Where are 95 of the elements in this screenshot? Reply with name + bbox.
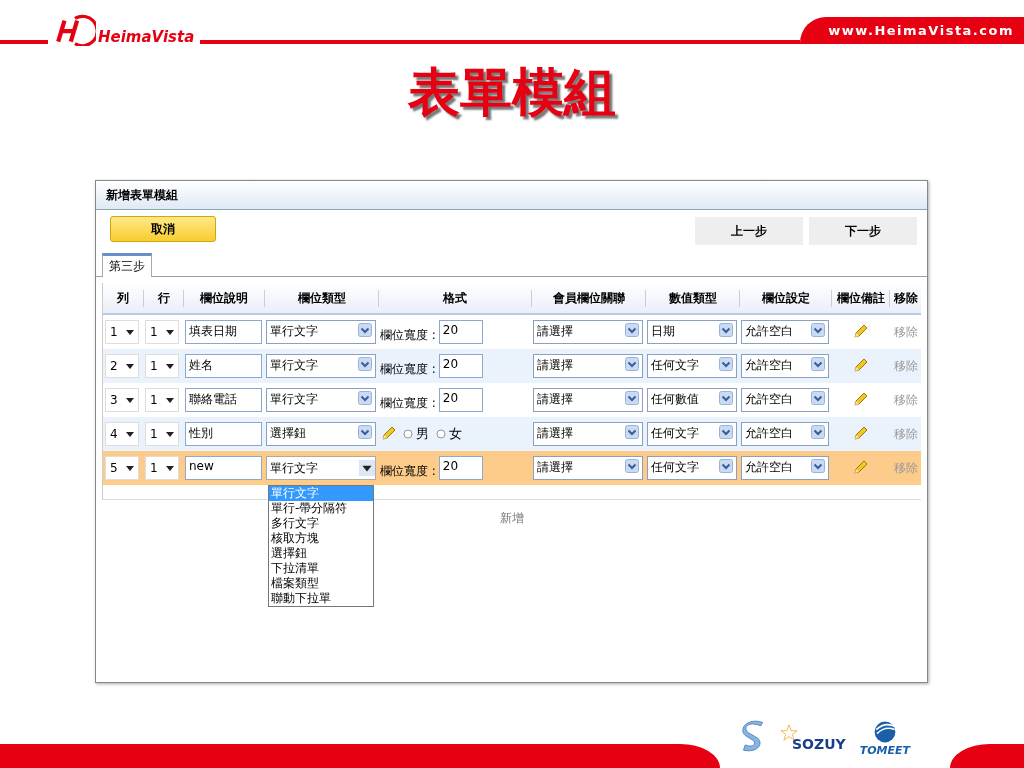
- column-header: 格式: [443, 290, 467, 305]
- member-select[interactable]: 請選擇: [533, 456, 643, 480]
- dropdown-option[interactable]: 多行文字: [269, 516, 373, 531]
- number-select[interactable]: 1: [145, 422, 179, 446]
- table-row[interactable]: 4 1 性別 選擇鈕 男 女 請選擇 任何文字 允許空白 移除: [103, 417, 921, 451]
- setting-select[interactable]: 允許空白: [741, 388, 829, 412]
- column-header: 列: [117, 290, 129, 305]
- caret-icon: [166, 363, 174, 369]
- dropdown-option[interactable]: 核取方塊: [269, 531, 373, 546]
- caret-icon: [166, 329, 174, 335]
- add-link[interactable]: 新增: [499, 510, 524, 527]
- width-field[interactable]: 20: [438, 320, 483, 344]
- member-select[interactable]: 請選擇: [533, 422, 643, 446]
- width-label: 欄位寬度 :: [380, 462, 436, 480]
- value-type-select[interactable]: 任何文字: [647, 422, 737, 446]
- caret-icon: [166, 465, 174, 471]
- description-field[interactable]: 聯絡電話: [185, 388, 262, 412]
- number-select[interactable]: 4: [105, 422, 139, 446]
- number-select[interactable]: 1: [145, 456, 179, 480]
- setting-select[interactable]: 允許空白: [741, 456, 829, 480]
- cancel-button[interactable]: 取消: [110, 216, 216, 242]
- caret-icon: [126, 363, 134, 369]
- dropdown-option[interactable]: 聯動下拉單: [269, 591, 373, 606]
- width-label: 欄位寬度 :: [380, 326, 436, 344]
- number-select[interactable]: 2: [105, 354, 139, 378]
- caret-icon: [126, 397, 134, 403]
- pencil-icon[interactable]: [852, 358, 868, 374]
- type-select[interactable]: 選擇鈕: [266, 422, 376, 446]
- slide-title: 表單模組: [407, 61, 617, 124]
- pencil-icon[interactable]: [852, 324, 868, 340]
- pencil-icon[interactable]: [852, 426, 868, 442]
- radio-button[interactable]: [436, 429, 446, 439]
- description-field[interactable]: 性別: [185, 422, 262, 446]
- caret-icon: [126, 329, 134, 335]
- value-type-select[interactable]: 任何文字: [647, 456, 737, 480]
- column-header: 欄位備註: [836, 290, 885, 305]
- logo-text: SOZUY: [792, 736, 846, 752]
- column-header: 欄位類型: [297, 290, 346, 305]
- brand-name: HeimaVista: [98, 28, 195, 46]
- member-select[interactable]: 請選擇: [533, 320, 643, 344]
- pencil-icon[interactable]: [380, 426, 396, 442]
- caret-icon: [166, 397, 174, 403]
- website-url: www.HeimaVista.com: [800, 17, 1024, 44]
- dropdown-option[interactable]: 單行-帶分隔符: [269, 501, 373, 516]
- type-select[interactable]: 單行文字: [266, 354, 376, 378]
- window-title: 新增表單模組: [96, 181, 927, 210]
- radio-label: 女: [449, 425, 462, 443]
- number-select[interactable]: 1: [145, 354, 179, 378]
- width-field[interactable]: 20: [438, 354, 483, 378]
- type-select[interactable]: 單行文字: [266, 456, 376, 480]
- width-field[interactable]: 20: [438, 456, 483, 480]
- description-field[interactable]: 填表日期: [185, 320, 262, 344]
- globe-icon: [872, 719, 897, 744]
- value-type-select[interactable]: 任何文字: [647, 354, 737, 378]
- column-header: 移除: [894, 290, 918, 305]
- width-label: 欄位寬度 :: [380, 394, 436, 412]
- dropdown-option[interactable]: 檔案類型: [269, 576, 373, 591]
- number-select[interactable]: 3: [105, 388, 139, 412]
- pencil-icon[interactable]: [852, 460, 868, 476]
- dropdown-option[interactable]: 下拉清單: [269, 561, 373, 576]
- setting-select[interactable]: 允許空白: [741, 320, 829, 344]
- caret-icon: [166, 431, 174, 437]
- next-button[interactable]: 下一步: [809, 217, 917, 245]
- value-type-select[interactable]: 任何數值: [647, 388, 737, 412]
- logo-text: TOMEET: [859, 743, 910, 757]
- setting-select[interactable]: 允許空白: [741, 354, 829, 378]
- logo-icon: [54, 14, 96, 46]
- column-header: 欄位設定: [761, 290, 810, 305]
- column-header: 數值類型: [668, 290, 717, 305]
- column-header: 行: [157, 290, 170, 305]
- number-select[interactable]: 5: [105, 456, 139, 480]
- column-header: 欄位說明: [200, 290, 248, 305]
- caret-icon: [126, 431, 134, 437]
- type-select[interactable]: 單行文字: [266, 320, 376, 344]
- number-select[interactable]: 1: [145, 388, 179, 412]
- previous-button[interactable]: 上一步: [695, 217, 803, 245]
- member-select[interactable]: 請選擇: [533, 354, 643, 378]
- description-field[interactable]: 姓名: [185, 354, 262, 378]
- caret-icon: [126, 465, 134, 471]
- setting-select[interactable]: 允許空白: [741, 422, 829, 446]
- column-header: 會員欄位關聯: [552, 290, 625, 305]
- step-tab[interactable]: 第三步: [102, 253, 152, 277]
- width-label: 欄位寬度 :: [380, 360, 436, 378]
- table-row[interactable]: 2 1 姓名 單行文字 欄位寬度 : 20 請選擇 任何文字 允許空白 移除: [103, 349, 921, 383]
- radio-label: 男: [416, 425, 429, 443]
- description-field[interactable]: new: [185, 456, 262, 480]
- number-select[interactable]: 1: [105, 320, 139, 344]
- width-field[interactable]: 20: [438, 388, 483, 412]
- member-select[interactable]: 請選擇: [533, 388, 643, 412]
- value-type-select[interactable]: 日期: [647, 320, 737, 344]
- radio-button[interactable]: [403, 429, 413, 439]
- dropdown-option[interactable]: 選擇鈕: [269, 546, 373, 561]
- pencil-icon[interactable]: [852, 392, 868, 408]
- type-select[interactable]: 單行文字: [266, 388, 376, 412]
- number-select[interactable]: 1: [145, 320, 179, 344]
